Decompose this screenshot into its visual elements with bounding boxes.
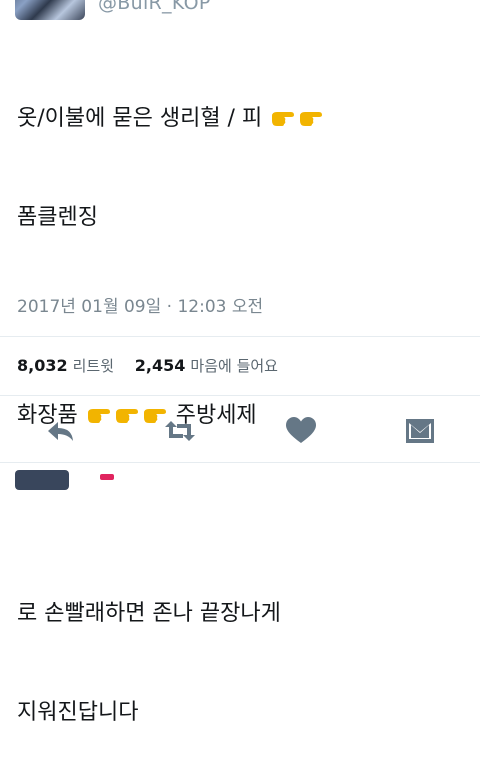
tweet-line-7: 지워진답니다 [17, 700, 139, 725]
next-tweet-preview [0, 466, 480, 490]
avatar[interactable] [15, 470, 69, 490]
next-tweet-fragment [100, 474, 114, 480]
tweet-stats: 8,032 리트윗 2,454 마음에 들어요 [17, 355, 294, 376]
tweet-line-1: 옷/이불에 묻은 생리혈 / 피 [17, 102, 467, 135]
retweet-label[interactable]: 리트윗 [73, 357, 114, 375]
divider [0, 462, 480, 463]
reply-icon[interactable] [44, 414, 78, 448]
tweet-line-5 [17, 498, 467, 531]
pointing-hand-emoji-icon [272, 112, 295, 126]
user-handle[interactable]: @BulR_KOP [98, 0, 211, 14]
tweet-actions [0, 410, 480, 450]
divider [0, 336, 480, 337]
avatar[interactable] [15, 0, 85, 20]
tweet-text: 옷/이불에 묻은 생리혈 / 피 폼클렌징 화장품 주방세제 로 손빨래하면 존… [17, 36, 467, 762]
tweet-line-6: 로 손빨래하면 존나 끝장나게 [17, 601, 281, 626]
envelope-icon[interactable] [403, 414, 437, 448]
divider [0, 395, 480, 396]
tweet-header: @BulR_KOP [0, 0, 480, 22]
like-label[interactable]: 마음에 들어요 [190, 357, 278, 375]
retweet-count[interactable]: 8,032 [17, 356, 68, 375]
like-count[interactable]: 2,454 [135, 356, 186, 375]
tweet-line-2: 폼클렌징 [17, 205, 98, 230]
tweet-timestamp[interactable]: 2017년 01월 09일 · 12:03 오전 [17, 292, 263, 317]
retweet-icon[interactable] [163, 414, 197, 448]
pointing-hand-emoji-icon [300, 112, 323, 126]
heart-icon[interactable] [284, 414, 318, 448]
